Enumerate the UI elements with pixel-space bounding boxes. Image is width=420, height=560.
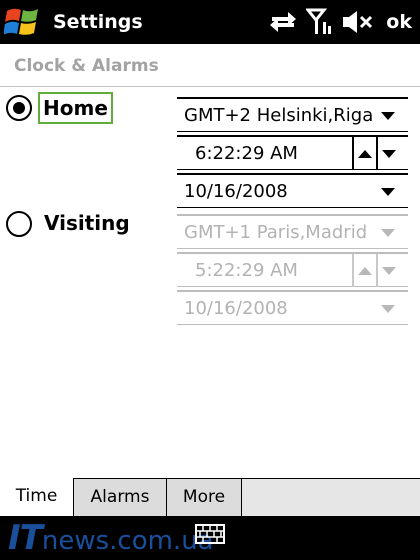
home-timezone-dropdown[interactable]: GMT+2 Helsinki,Riga — [177, 97, 408, 132]
visiting-time-value[interactable]: 5:22:29 AM — [195, 260, 298, 282]
visiting-date-dropdown[interactable]: 10/16/2008 — [177, 290, 408, 325]
tab-more[interactable]: More — [167, 479, 242, 517]
signal-strength-icon[interactable] — [304, 8, 332, 36]
spin-down-icon[interactable] — [382, 150, 396, 158]
chevron-down-icon[interactable] — [381, 188, 395, 196]
home-radio-row[interactable]: Home — [6, 92, 116, 124]
page-title: Clock & Alarms — [14, 56, 159, 76]
spinner-divider — [376, 254, 378, 287]
watermark-domain: news.com.ua — [41, 526, 214, 556]
chevron-down-icon[interactable] — [381, 112, 395, 120]
visiting-timezone-value: GMT+1 Paris,Madrid — [184, 222, 368, 243]
speaker-mute-icon[interactable] — [341, 8, 373, 36]
tab-bar: Time Alarms More — [0, 478, 420, 517]
visiting-label[interactable]: Visiting — [41, 209, 133, 237]
watermark-prefix: IT — [8, 518, 43, 558]
visiting-date-value: 10/16/2008 — [184, 298, 288, 319]
home-time-value[interactable]: 6:22:29 AM — [195, 143, 298, 165]
home-time-spinner[interactable]: 6:22:29 AM — [177, 135, 408, 170]
soft-key-bar: ITnews.com.ua — [0, 516, 420, 560]
header-divider — [0, 86, 420, 87]
tab-alarms[interactable]: Alarms — [74, 479, 167, 517]
spinner-divider — [352, 254, 354, 287]
chevron-down-icon[interactable] — [381, 305, 395, 313]
spin-down-icon[interactable] — [382, 267, 396, 275]
visiting-radio-row[interactable]: Visiting — [6, 209, 136, 239]
visiting-timezone-dropdown[interactable]: GMT+1 Paris,Madrid — [177, 214, 408, 249]
spin-up-icon[interactable] — [358, 267, 372, 275]
home-date-value: 10/16/2008 — [184, 181, 288, 202]
keyboard-icon[interactable] — [195, 524, 225, 544]
visiting-time-spinner[interactable]: 5:22:29 AM — [177, 252, 408, 287]
ok-button[interactable]: ok — [386, 9, 412, 35]
spinner-divider — [376, 137, 378, 170]
chevron-down-icon[interactable] — [381, 229, 395, 237]
spinner-divider — [352, 137, 354, 170]
home-radio-button[interactable] — [6, 95, 32, 121]
spin-up-icon[interactable] — [358, 150, 372, 158]
tab-time[interactable]: Time — [0, 478, 74, 517]
watermark-logo: ITnews.com.ua — [8, 518, 214, 558]
home-timezone-value: GMT+2 Helsinki,Riga — [184, 105, 374, 126]
app-title: Settings — [53, 11, 143, 33]
data-sync-icon[interactable] — [268, 8, 298, 36]
visiting-radio-button[interactable] — [6, 211, 32, 237]
home-date-dropdown[interactable]: 10/16/2008 — [177, 173, 408, 208]
title-bar: Settings ok — [0, 0, 420, 44]
home-label[interactable]: Home — [38, 92, 113, 124]
windows-start-icon[interactable] — [3, 4, 42, 40]
